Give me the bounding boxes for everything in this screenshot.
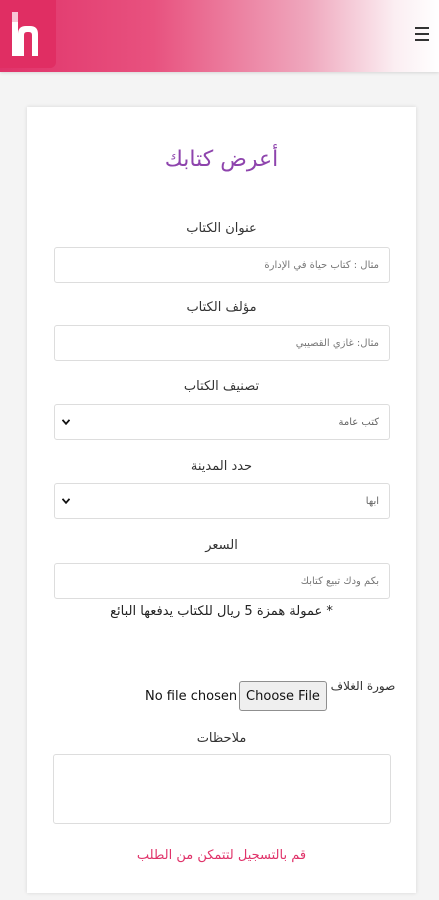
top-navbar <box>0 0 439 72</box>
logo-h-icon <box>12 12 38 56</box>
price-field[interactable] <box>54 563 390 599</box>
category-selected-value: كتب عامة <box>338 416 379 428</box>
book-title-field[interactable] <box>54 247 390 283</box>
chevron-down-icon <box>62 498 70 504</box>
register-link[interactable]: قم بالتسجيل لتتمكن من الطلب <box>27 848 416 863</box>
page-title: أعرض كتابك <box>164 147 279 172</box>
city-label: حدد المدينة <box>190 459 253 474</box>
choose-file-button[interactable]: Choose File <box>239 681 327 711</box>
author-label: مؤلف الكتاب <box>186 300 257 315</box>
notes-label: ملاحظات <box>196 731 247 746</box>
category-label: تصنيف الكتاب <box>183 379 260 394</box>
notes-textarea[interactable] <box>53 754 391 824</box>
book-title-input[interactable] <box>65 259 379 271</box>
sell-book-form-card: أعرض كتابك عنوان الكتاب مؤلف الكتاب تصني… <box>27 107 416 893</box>
price-input[interactable] <box>65 575 379 587</box>
price-label: السعر <box>205 538 238 553</box>
cover-label: صورة الغلاف <box>330 679 396 693</box>
author-input[interactable] <box>65 337 379 349</box>
hamburger-menu-icon[interactable] <box>415 27 429 41</box>
city-selected-value: ابها <box>365 495 379 507</box>
city-select[interactable]: ابها <box>54 483 390 519</box>
cover-upload-row: صورة الغلاف Choose File No file chosen <box>27 679 416 719</box>
book-title-label: عنوان الكتاب <box>186 221 257 236</box>
commission-note: * عمولة همزة 5 ريال للكتاب يدفعها البائع <box>110 604 333 619</box>
file-status: No file chosen <box>145 689 238 704</box>
author-field[interactable] <box>54 325 390 361</box>
site-logo[interactable] <box>0 0 56 68</box>
chevron-down-icon <box>62 419 70 425</box>
category-select[interactable]: كتب عامة <box>54 404 390 440</box>
